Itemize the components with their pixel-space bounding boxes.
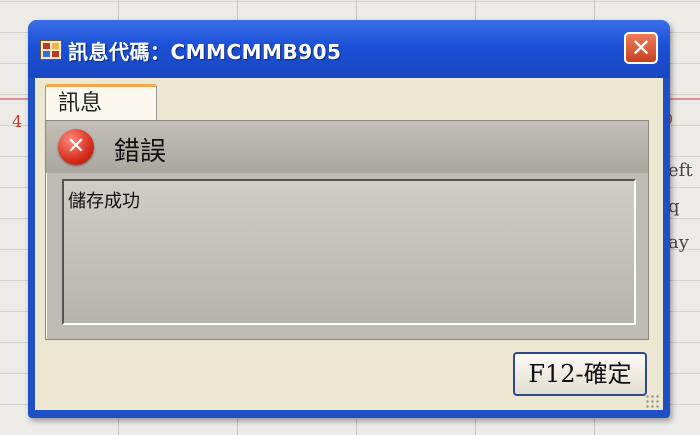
resize-grip[interactable] xyxy=(645,394,659,408)
background-row-number: 4 xyxy=(12,112,23,131)
window-title: 訊息代碼：CMMCMMB905 xyxy=(68,40,342,64)
background-text-fragment: ay xyxy=(668,232,689,253)
message-dialog: 訊息代碼：CMMCMMB905 ✕ 訊息 ✕ 錯誤 儲存成功 F12-確定 xyxy=(28,20,670,418)
confirm-button[interactable]: F12-確定 xyxy=(513,352,647,396)
message-header: ✕ 錯誤 xyxy=(46,121,648,173)
title-bar[interactable]: 訊息代碼：CMMCMMB905 ✕ xyxy=(28,20,670,78)
message-text-area[interactable]: 儲存成功 xyxy=(62,179,636,325)
tab-panel: ✕ 錯誤 儲存成功 xyxy=(45,120,649,340)
tab-message[interactable]: 訊息 xyxy=(45,84,157,122)
message-text: 儲存成功 xyxy=(68,191,140,212)
dialog-body: 訊息 ✕ 錯誤 儲存成功 F12-確定 xyxy=(35,78,663,410)
close-button[interactable]: ✕ xyxy=(624,32,658,64)
app-icon xyxy=(40,40,62,60)
close-icon: ✕ xyxy=(630,34,652,62)
error-icon: ✕ xyxy=(58,129,94,165)
severity-label: 錯誤 xyxy=(114,137,167,167)
background-text-fragment: eft xyxy=(668,160,693,181)
